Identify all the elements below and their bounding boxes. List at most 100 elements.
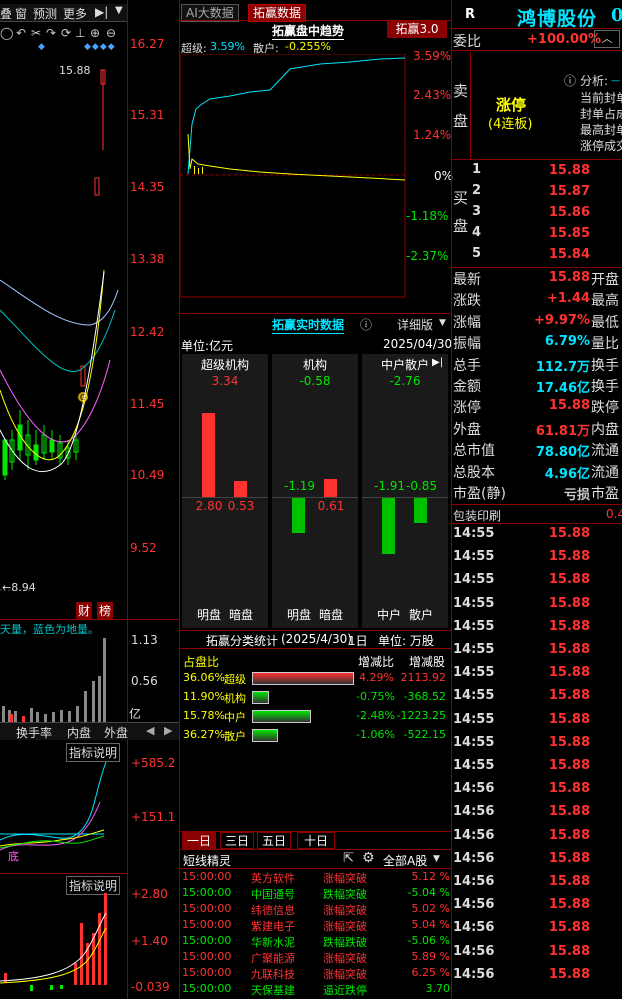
bid-price[interactable]: 15.87: [540, 184, 590, 199]
stats-bar[interactable]: [252, 729, 278, 742]
signal-type: 跌幅突破: [323, 888, 367, 901]
expand-icon[interactable]: ⇱: [343, 851, 354, 866]
stats-days[interactable]: 1日: [348, 632, 368, 649]
period-tab[interactable]: 三日: [220, 832, 254, 849]
toolbar-item-overlay[interactable]: 叠: [0, 5, 12, 22]
stats-bar[interactable]: [252, 672, 354, 685]
volume-chart[interactable]: [0, 636, 128, 722]
zoom-in-icon[interactable]: ⊕: [90, 26, 100, 40]
industry-label[interactable]: 包装印刷: [453, 507, 501, 524]
period-tab[interactable]: 五日: [257, 832, 291, 849]
bid-price[interactable]: 15.85: [540, 226, 590, 241]
toolbar-item-more[interactable]: 更多: [63, 5, 87, 22]
group-bar[interactable]: [202, 413, 215, 497]
signal-value: 3.70: [425, 982, 451, 995]
signal-time: 15:00:00: [182, 902, 232, 915]
indicator-chart-2[interactable]: [0, 893, 128, 999]
group-total: 3.34: [211, 374, 239, 388]
stats-change-shares: -1223.25: [396, 709, 446, 722]
signal-stock-name[interactable]: 紫建电子: [251, 918, 295, 934]
period-signal-divider: [180, 849, 452, 850]
quote-stat-label-right: 量比: [591, 336, 619, 353]
info-icon[interactable]: ⓘ: [360, 316, 372, 333]
quote-stat-label-right: 最低: [591, 314, 619, 331]
signal-filter-select[interactable]: 全部A股: [383, 852, 427, 869]
ranking-button[interactable]: 榜: [97, 602, 114, 619]
signal-stock-name[interactable]: 英方软件: [251, 870, 295, 886]
kline-chart[interactable]: G: [0, 40, 128, 620]
stats-change-ratio: -2.48%: [356, 709, 395, 722]
play-next-icon[interactable]: ▶|: [432, 357, 443, 368]
indicator-chart-1[interactable]: [0, 760, 128, 870]
legend-retail-value: -0.255%: [285, 40, 331, 53]
collapse-chevron-up-icon[interactable]: ︿: [594, 30, 620, 48]
stats-bar[interactable]: [252, 710, 311, 723]
stats-name: 散户: [224, 730, 246, 743]
stats-unit: 单位: 万股: [378, 634, 434, 648]
filter-chevron-down-icon[interactable]: ▼: [433, 854, 440, 864]
indicator-1-axis-tick: +585.2: [131, 756, 176, 770]
quote-stat-value: 17.46亿: [535, 381, 590, 396]
tab-inner[interactable]: 内盘: [67, 724, 91, 741]
finance-button[interactable]: 财: [76, 602, 93, 619]
tick-time: 14:55: [453, 758, 495, 773]
group-bar[interactable]: [382, 497, 395, 555]
detail-version-select[interactable]: 详细版: [397, 316, 433, 333]
redo-icon[interactable]: ↷: [46, 26, 56, 40]
group-bar-value: -1.91: [374, 479, 406, 493]
stats-name: 超级: [224, 673, 246, 686]
group-bar[interactable]: [292, 497, 305, 533]
tick-price: 15.88: [548, 943, 590, 959]
kline-axis-tick: 9.52: [130, 541, 157, 555]
scroll-right-icon[interactable]: ▶: [164, 724, 172, 737]
buy-label: 买盘: [453, 189, 469, 235]
trend-chart[interactable]: [180, 54, 406, 298]
stats-bar[interactable]: [252, 691, 269, 704]
signal-stock-name[interactable]: 九联科技: [251, 966, 295, 982]
analysis-info-icon[interactable]: ⓘ: [564, 72, 576, 89]
group-bar[interactable]: [234, 481, 247, 497]
quote-stat-value: 61.81万: [535, 423, 590, 439]
tick-price: 15.88: [548, 711, 590, 727]
period-tab[interactable]: 一日: [182, 832, 216, 849]
signal-stock-name[interactable]: 天保基建: [251, 982, 295, 998]
group-bar[interactable]: [414, 497, 427, 523]
undo-icon[interactable]: ↶: [16, 26, 26, 40]
stats-header: 拓赢分类统计 (2025/4/30) 1日 单位: 万股: [180, 631, 452, 648]
signal-stock-name[interactable]: 广聚能源: [251, 950, 295, 966]
signal-type: 涨幅突破: [323, 904, 367, 917]
analysis-label: 分析:: [580, 74, 609, 88]
chevron-down-icon[interactable]: ▼: [439, 318, 446, 328]
toolbar-item-forecast[interactable]: 预测: [33, 5, 57, 22]
signal-stock-name[interactable]: 华新水泥: [251, 934, 295, 950]
refresh-icon[interactable]: ⟳: [61, 26, 71, 40]
circle-icon[interactable]: ◯: [0, 26, 13, 40]
bid-level: 2: [472, 183, 482, 198]
capital-group[interactable]: 超级机构 3.34: [182, 354, 268, 628]
tick-price: 15.88: [548, 920, 590, 936]
signal-time: 15:00:00: [182, 886, 232, 899]
skip-end-icon[interactable]: ▶|: [95, 5, 108, 19]
kline-axis-tick: 16.27: [130, 37, 165, 51]
tab-turnover[interactable]: 换手率: [16, 724, 52, 741]
signal-stock-name[interactable]: 中国通号: [251, 886, 295, 902]
bid-price[interactable]: 15.88: [540, 163, 590, 178]
toolbar-item-window[interactable]: 窗: [15, 5, 27, 22]
scissors-icon[interactable]: ✂: [31, 26, 41, 40]
signal-stock-name[interactable]: 纬德信息: [251, 902, 295, 918]
volume-unit: 亿: [129, 707, 142, 721]
indicator-2-axis-tick: -0.039: [131, 980, 170, 994]
quote-stat-label-right: 最高: [591, 293, 619, 310]
scroll-left-icon[interactable]: ◀: [146, 724, 154, 737]
zoom-out-icon[interactable]: ⊖: [106, 26, 116, 40]
tab-outer[interactable]: 外盘: [104, 724, 128, 741]
bid-price[interactable]: 15.86: [540, 205, 590, 220]
gear-icon[interactable]: ⚙: [362, 850, 375, 866]
group-bar[interactable]: [324, 478, 337, 497]
tick-time: 14:55: [453, 572, 495, 588]
dropdown-icon[interactable]: ▼: [115, 5, 123, 16]
period-tab[interactable]: 十日: [297, 832, 335, 849]
pin-icon[interactable]: ⊥: [75, 26, 85, 40]
bid-price[interactable]: 15.84: [540, 247, 590, 262]
quote-stat-label-right: 市盈: [591, 486, 619, 502]
